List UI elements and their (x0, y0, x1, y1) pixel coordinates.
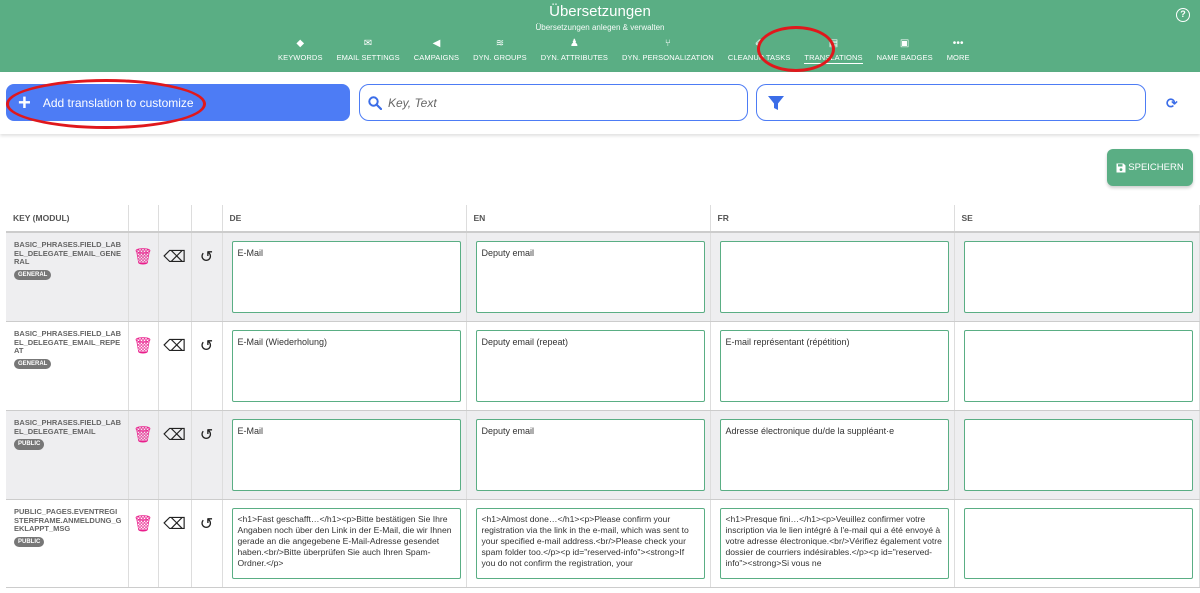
envelope-icon: ✉ (363, 38, 373, 49)
key-cell: BASIC_PHRASES.FIELD_LABEL_DELEGATE_EMAIL… (6, 321, 129, 411)
page-subtitle: Übersetzungen anlegen & verwalten (535, 23, 665, 32)
nav-cleanup-tasks[interactable]: ✐ CLEANUP TASKS (728, 38, 791, 64)
column-header-se: SE (954, 205, 1200, 233)
translation-en-field[interactable] (475, 508, 705, 579)
toolbar: + Add translation to customize ⟳ (0, 72, 1200, 134)
translation-se-field[interactable] (963, 419, 1193, 491)
table-header-row: KEY (MODUL) DE EN FR SE (6, 205, 1200, 233)
translation-se-field[interactable] (963, 241, 1193, 313)
plus-icon: + (18, 89, 31, 115)
translation-key: BASIC_PHRASES.FIELD_LABEL_DELEGATE_EMAIL… (14, 240, 122, 266)
translation-de-field[interactable] (231, 330, 461, 402)
trash-icon[interactable]: 🗑 (133, 338, 153, 355)
nav-campaigns[interactable]: ◀ CAMPAIGNS (414, 38, 459, 64)
help-icon[interactable]: ? (1176, 8, 1190, 22)
table-row: BASIC_PHRASES.FIELD_LABEL_DELEGATE_EMAIL… (6, 232, 1200, 322)
eraser-icon[interactable]: ⌫ (163, 427, 186, 444)
table-row: BASIC_PHRASES.FIELD_LABEL_DELEGATE_EMAIL… (6, 410, 1200, 500)
nav-dyn-groups[interactable]: ≋ DYN. GROUPS (473, 38, 527, 64)
add-translation-button[interactable]: + Add translation to customize (6, 84, 350, 121)
module-badge: PUBLIC (14, 536, 45, 547)
user-tag-icon: ♟ (569, 38, 579, 49)
broom-icon: ✐ (754, 38, 764, 49)
filter-icon (768, 95, 784, 110)
translation-fr-field[interactable] (719, 330, 949, 402)
trash-icon[interactable]: 🗑 (133, 516, 153, 533)
column-header-reset (158, 205, 192, 233)
key-cell: BASIC_PHRASES.FIELD_LABEL_DELEGATE_EMAIL… (6, 232, 129, 322)
nav-email-settings[interactable]: ✉ EMAIL SETTINGS (337, 38, 400, 64)
module-badge: GENERAL (14, 358, 52, 369)
module-badge: GENERAL (14, 269, 52, 280)
nav-more[interactable]: ••• MORE (947, 38, 970, 64)
search-box[interactable] (359, 84, 748, 121)
key-cell: PUBLIC_PAGES.EVENTREGISTERFRAME.ANMELDUN… (6, 499, 129, 588)
tag-icon: ◆ (296, 38, 305, 49)
save-label: SPEICHERN (1128, 162, 1184, 173)
eraser-icon[interactable]: ⌫ (163, 516, 186, 533)
translation-key: BASIC_PHRASES.FIELD_LABEL_DELEGATE_EMAIL… (14, 329, 122, 355)
column-header-de: DE (222, 205, 467, 233)
nav-translations[interactable]: ▤ TRANSLATIONS (804, 38, 863, 64)
branch-icon: ⑂ (664, 38, 671, 49)
nav-name-badges[interactable]: ▣ NAME BADGES (877, 38, 933, 64)
translation-de-field[interactable] (231, 508, 461, 579)
search-icon (368, 95, 382, 110)
page-title: Übersetzungen (549, 3, 651, 20)
table-row: BASIC_PHRASES.FIELD_LABEL_DELEGATE_EMAIL… (6, 321, 1200, 411)
add-translation-label: Add translation to customize (42, 95, 194, 110)
eraser-icon[interactable]: ⌫ (163, 249, 186, 266)
language-icon: ▤ (828, 38, 839, 49)
translation-fr-field[interactable] (719, 419, 949, 491)
layers-icon: ≋ (495, 38, 505, 49)
megaphone-icon: ◀ (432, 38, 441, 49)
nav-dyn-attributes[interactable]: ♟ DYN. ATTRIBUTES (541, 38, 608, 64)
column-header-fr: FR (710, 205, 955, 233)
history-icon[interactable]: ↺ (200, 338, 213, 355)
translation-de-field[interactable] (231, 419, 461, 491)
nav-dyn-personalization[interactable]: ⑂ DYN. PERSONALIZATION (622, 38, 714, 64)
column-header-key: KEY (MODUL) (6, 205, 129, 233)
main-nav: ◆ KEYWORDS ✉ EMAIL SETTINGS ◀ CAMPAIGNS ≋ DY… (278, 38, 984, 64)
history-icon[interactable]: ↺ (200, 249, 213, 266)
translation-en-field[interactable] (475, 419, 705, 491)
eraser-icon[interactable]: ⌫ (163, 338, 186, 355)
translation-se-field[interactable] (963, 508, 1193, 579)
more-icon: ••• (952, 38, 964, 49)
history-icon[interactable]: ↺ (200, 427, 213, 444)
module-badge: PUBLIC (14, 439, 45, 450)
trash-icon[interactable]: 🗑 (133, 427, 153, 444)
column-header-delete (128, 205, 159, 233)
table-row: PUBLIC_PAGES.EVENTREGISTERFRAME.ANMELDUN… (6, 499, 1200, 588)
floppy-disk-icon (1116, 163, 1126, 172)
nav-keywords[interactable]: ◆ KEYWORDS (278, 38, 323, 64)
id-card-icon: ▣ (899, 38, 910, 49)
translation-en-field[interactable] (475, 330, 705, 402)
filter-box[interactable] (756, 84, 1146, 121)
key-cell: BASIC_PHRASES.FIELD_LABEL_DELEGATE_EMAIL… (6, 410, 129, 500)
save-button[interactable]: SPEICHERN (1107, 149, 1193, 186)
trash-icon[interactable]: 🗑 (133, 249, 153, 266)
refresh-icon[interactable]: ⟳ (1166, 95, 1178, 112)
translation-key: BASIC_PHRASES.FIELD_LABEL_DELEGATE_EMAIL (14, 418, 122, 436)
history-icon[interactable]: ↺ (200, 516, 213, 533)
app-header: Übersetzungen Übersetzungen anlegen & ve… (0, 0, 1200, 72)
translation-se-field[interactable] (963, 330, 1193, 402)
search-input[interactable] (388, 95, 708, 110)
translation-fr-field[interactable] (719, 241, 949, 313)
translation-en-field[interactable] (475, 241, 705, 313)
translations-table: KEY (MODUL) DE EN FR SE BASIC_PHRASES.FI… (6, 205, 1200, 588)
column-header-history (191, 205, 223, 233)
translation-de-field[interactable] (231, 241, 461, 313)
translation-key: PUBLIC_PAGES.EVENTREGISTERFRAME.ANMELDUN… (14, 507, 122, 533)
translation-fr-field[interactable] (719, 508, 949, 579)
column-header-en: EN (466, 205, 711, 233)
